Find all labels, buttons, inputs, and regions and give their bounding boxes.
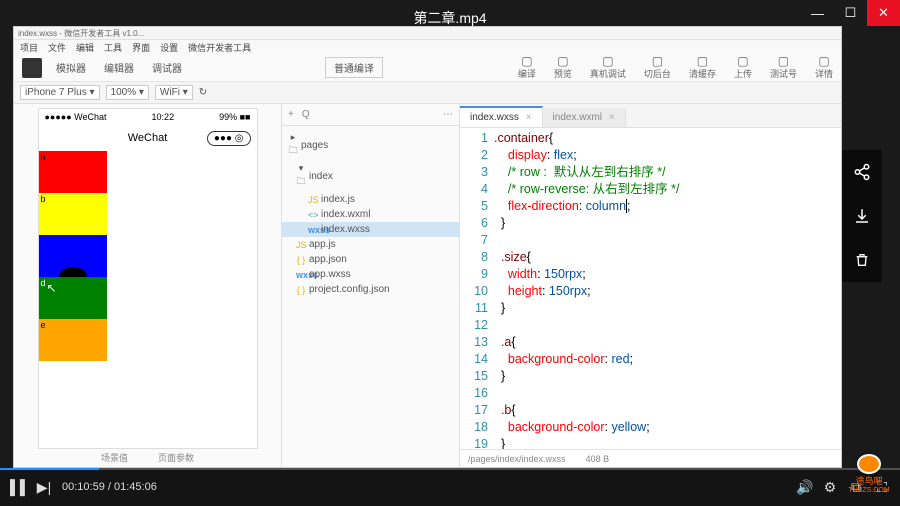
code-area[interactable]: 1234567891011121314151617181920212223 .c… xyxy=(460,128,841,449)
capsule-button[interactable]: ●●● ◎ xyxy=(207,131,251,146)
explorer-more-icon[interactable]: ⋯ xyxy=(443,109,453,120)
test-button[interactable]: ▢测试号 xyxy=(770,55,797,80)
share-button[interactable] xyxy=(842,150,882,194)
mode-tab[interactable]: 模拟器 xyxy=(48,57,94,78)
window-close[interactable]: ✕ xyxy=(867,0,900,26)
zoom-select[interactable]: 100% ▾ xyxy=(106,85,149,100)
cut-button[interactable]: ▢切后台 xyxy=(644,55,671,80)
file-index[interactable]: ▾ 🗀index xyxy=(282,161,459,192)
phone-navbar: WeChat ●●● ◎ xyxy=(39,125,257,151)
menu-item[interactable]: 设置 xyxy=(160,41,178,54)
mouse-cursor-icon: ↖ xyxy=(47,281,57,295)
menu-item[interactable]: 微信开发者工具 xyxy=(188,41,251,54)
compile-mode[interactable]: 普通编译 xyxy=(325,57,383,78)
window-maximize[interactable]: ☐ xyxy=(834,0,867,26)
network-select[interactable]: WiFi ▾ xyxy=(155,85,193,100)
editor-tab[interactable]: index.wxss × xyxy=(460,106,543,127)
remote-button[interactable]: ▢真机调试 xyxy=(590,55,626,80)
video-action-rail xyxy=(842,150,882,282)
menu-item[interactable]: 界面 xyxy=(132,41,150,54)
menu-item[interactable]: 编辑 xyxy=(76,41,94,54)
file-explorer: + Q ⋯ ▸ 🗀pages▾ 🗀indexJSindex.js<>index.… xyxy=(282,104,460,467)
watermark-logo-icon xyxy=(857,454,881,474)
download-button[interactable] xyxy=(842,194,882,238)
file-app.js[interactable]: JSapp.js xyxy=(282,237,459,252)
time-display: 00:10:59 / 01:45:06 xyxy=(62,481,157,493)
block-c xyxy=(39,235,107,277)
editor-statusbar: /pages/index/index.wxss408 B xyxy=(460,449,841,467)
ide-menu: 项目文件编辑工具界面设置微信开发者工具 xyxy=(14,40,841,54)
block-a: a xyxy=(39,151,107,193)
scene-link[interactable]: 场景值 xyxy=(101,451,128,464)
file-index.wxss[interactable]: wxssindex.wxss xyxy=(282,222,459,237)
code-lines[interactable]: .container{ display: flex; /* row : 默认从左… xyxy=(494,128,841,449)
line-gutter: 1234567891011121314151617181920212223 xyxy=(460,128,494,449)
window-controls: — ☐ ✕ xyxy=(801,0,900,26)
ide-toolbar: 模拟器编辑器调试器 普通编译 ▢编译 ▢预览 ▢真机调试 ▢切后台 ▢清缓存 ▢上传 ▢测试… xyxy=(14,54,841,82)
play-pause-button[interactable]: ▌▌ xyxy=(10,479,26,495)
simulator-pane: ●●●●● WeChat10:2299% ■■ WeChat ●●● ◎ a b… xyxy=(14,104,282,467)
wechat-devtools-window: index.wxss - 微信开发者工具 v1.0... 项目文件编辑工具界面设… xyxy=(13,26,842,468)
file-pages[interactable]: ▸ 🗀pages xyxy=(282,130,459,161)
video-player-bar: ▌▌ ▶| 00:10:59 / 01:45:06 🔊 ⚙ ⧉ ⛶ xyxy=(0,468,900,506)
file-app.json[interactable]: { }app.json xyxy=(282,252,459,267)
volume-icon[interactable]: 🔊 xyxy=(796,479,812,496)
file-index.js[interactable]: JSindex.js xyxy=(282,192,459,207)
file-project.config.json[interactable]: { }project.config.json xyxy=(282,282,459,297)
device-select[interactable]: iPhone 7 Plus ▾ xyxy=(20,85,100,100)
clear-button[interactable]: ▢清缓存 xyxy=(689,55,716,80)
file-app.wxss[interactable]: wxssapp.wxss xyxy=(282,267,459,282)
detail-button[interactable]: ▢详情 xyxy=(815,55,833,80)
ide-titlebar: index.wxss - 微信开发者工具 v1.0... xyxy=(14,27,841,40)
preview-button[interactable]: ▢预览 xyxy=(554,55,572,80)
progress-bar[interactable] xyxy=(0,468,900,470)
window-minimize[interactable]: — xyxy=(801,0,834,26)
next-button[interactable]: ▶| xyxy=(36,479,52,496)
upload-button[interactable]: ▢上传 xyxy=(734,55,752,80)
mode-tab[interactable]: 编辑器 xyxy=(96,57,142,78)
phone-title: WeChat xyxy=(128,132,168,144)
search-files-button[interactable]: Q xyxy=(302,109,310,120)
menu-item[interactable]: 文件 xyxy=(48,41,66,54)
page-params-link[interactable]: 页面参数 xyxy=(158,451,194,464)
watermark: 途鸟吧 TNBZS.COM xyxy=(842,454,896,494)
block-e: e xyxy=(39,319,107,361)
device-bar: iPhone 7 Plus ▾ 100% ▾ WiFi ▾ ↻ xyxy=(14,82,841,104)
delete-button[interactable] xyxy=(842,238,882,282)
settings-icon[interactable]: ⚙ xyxy=(822,479,838,496)
menu-item[interactable]: 项目 xyxy=(20,41,38,54)
block-container: a b d↖ e xyxy=(39,151,257,361)
code-editor: index.wxss ×index.wxml × 123456789101112… xyxy=(460,104,841,467)
mode-tab[interactable]: 调试器 xyxy=(144,57,190,78)
rotate-icon[interactable]: ↻ xyxy=(199,87,207,98)
add-file-button[interactable]: + xyxy=(288,109,294,120)
block-d: d↖ xyxy=(39,277,107,319)
phone-simulator[interactable]: ●●●●● WeChat10:2299% ■■ WeChat ●●● ◎ a b… xyxy=(38,108,258,449)
video-title: 第二章.mp4 xyxy=(413,8,486,28)
file-index.wxml[interactable]: <>index.wxml xyxy=(282,207,459,222)
menu-item[interactable]: 工具 xyxy=(104,41,122,54)
phone-statusbar: ●●●●● WeChat10:2299% ■■ xyxy=(39,109,257,125)
avatar[interactable] xyxy=(22,58,42,78)
block-b: b xyxy=(39,193,107,235)
editor-tab[interactable]: index.wxml × xyxy=(543,108,626,127)
compile-button[interactable]: ▢编译 xyxy=(518,55,536,80)
